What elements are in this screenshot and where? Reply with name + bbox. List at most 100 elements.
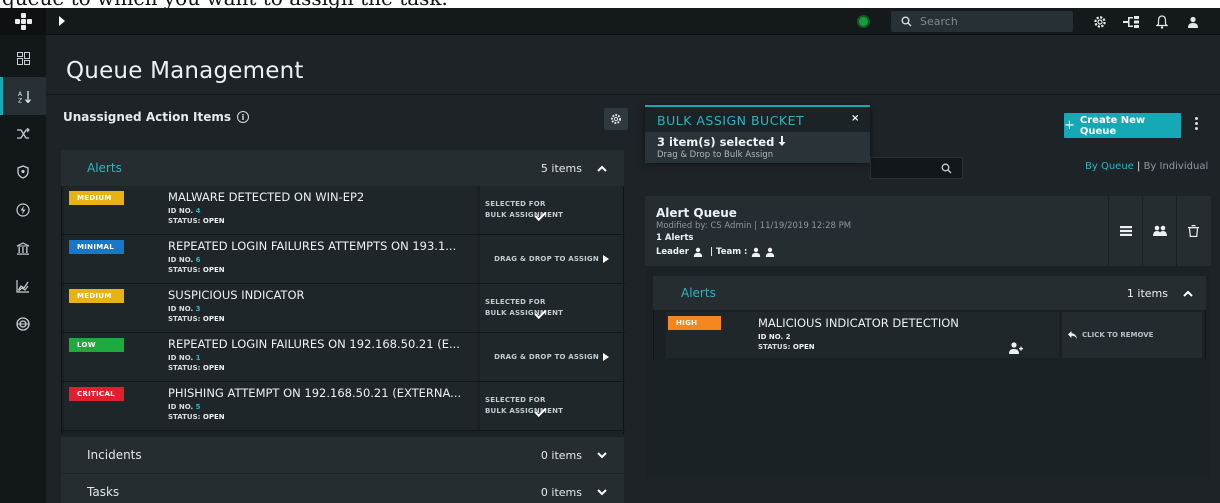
shield-icon [17, 165, 29, 179]
chevron-down-icon[interactable] [596, 486, 608, 498]
queue-details-icon[interactable] [1108, 196, 1142, 266]
leader-user-icon [693, 247, 703, 257]
queue-name: Alert Queue [656, 206, 737, 220]
alert-status: STATUS: OPEN [758, 343, 815, 351]
alert-row[interactable]: MEDIUM SUSPICIOUS INDICATOR ID NO. 3 STA… [62, 284, 625, 333]
severity-badge: MINIMAL [69, 240, 124, 254]
arrow-down-icon [778, 136, 786, 146]
bulk-selected-indicator[interactable]: SELECTED FOR BULK ASSIGNMENT [480, 284, 623, 332]
logo-grid-icon [14, 13, 32, 30]
bank-icon [16, 241, 30, 255]
view-by-queue[interactable]: By Queue [1085, 161, 1134, 172]
notifications-bell-icon[interactable] [1153, 14, 1171, 30]
caption-strip: queue to which you want to assign the ta… [0, 0, 1220, 8]
alert-id-label: ID NO. [168, 354, 194, 362]
bolt-icon [16, 203, 30, 217]
alert-action-text: SELECTED FOR BULK ASSIGNMENT [485, 298, 564, 317]
queue-members-icon[interactable] [1142, 196, 1176, 266]
bulk-assign-bucket[interactable]: BULK ASSIGN BUCKET × 3 item(s) selected … [645, 105, 870, 163]
alert-card[interactable]: MEDIUM MALWARE DETECTED ON WIN-EP2 ID NO… [64, 186, 477, 234]
alert-status-label: STATUS: [168, 266, 201, 274]
drag-drop-assign[interactable]: DRAG & DROP TO ASSIGN [480, 235, 623, 283]
globe-icon [16, 317, 30, 331]
tasks-section-header[interactable]: Tasks 0 items [61, 474, 624, 503]
close-icon[interactable]: × [851, 113, 859, 124]
view-toggle: By Queue | By Individual [1085, 161, 1208, 172]
alert-id-value: 1 [195, 354, 201, 362]
nav-reports[interactable] [0, 267, 46, 305]
queue-alert-row[interactable]: HIGH MALICIOUS INDICATOR DETECTION ID NO… [653, 310, 1206, 360]
more-options-icon[interactable] [1195, 117, 1199, 130]
nav-security[interactable] [0, 153, 46, 191]
alert-id-value: 5 [195, 403, 201, 411]
alert-card[interactable]: CRITICAL PHISHING ATTEMPT ON 192.168.50.… [64, 382, 477, 430]
alert-id-label: ID NO. [168, 403, 194, 411]
chevron-down-icon[interactable] [596, 449, 608, 461]
alert-row[interactable]: CRITICAL PHISHING ATTEMPT ON 192.168.50.… [62, 382, 625, 431]
queue-alerts-count: 1 items [1126, 286, 1168, 300]
click-to-remove-button[interactable]: CLICK TO REMOVE [1062, 312, 1202, 358]
alert-card[interactable]: MEDIUM SUSPICIOUS INDICATOR ID NO. 3 STA… [64, 284, 477, 332]
unassigned-title-text: Unassigned Action Items [63, 110, 232, 124]
chevron-up-icon[interactable] [1182, 287, 1194, 299]
bulk-selected-indicator[interactable]: SELECTED FOR BULK ASSIGNMENT [480, 382, 623, 430]
chart-icon [16, 279, 29, 293]
status-indicator[interactable] [857, 15, 870, 28]
severity-badge: HIGH [668, 316, 721, 330]
alert-status: STATUS: OPEN [168, 217, 225, 225]
alerts-section-header[interactable]: Alerts 5 items [61, 150, 624, 186]
alert-action-text: SELECTED FOR BULK ASSIGNMENT [485, 200, 564, 219]
expand-sidebar-button[interactable] [55, 14, 69, 28]
nav-automation[interactable] [0, 191, 46, 229]
app-logo[interactable] [0, 8, 46, 35]
incidents-section-header[interactable]: Incidents 0 items [61, 437, 624, 473]
alert-row[interactable]: MEDIUM MALWARE DETECTED ON WIN-EP2 ID NO… [62, 186, 625, 235]
team-user-icon [752, 247, 761, 257]
nav-dashboard[interactable] [0, 39, 46, 77]
nav-shuffle[interactable] [0, 115, 46, 153]
panel-settings-button[interactable] [604, 108, 628, 130]
workflow-icon[interactable] [1122, 14, 1140, 30]
alert-id: ID NO. 6 [168, 256, 200, 264]
assign-user-icon[interactable] [1009, 342, 1023, 354]
alerts-section-label: Alerts [87, 161, 122, 175]
nav-resources[interactable] [0, 229, 46, 267]
alert-queue-card[interactable]: Alert Queue Modified by: CS Admin | 11/1… [645, 196, 1211, 479]
alert-id-value: 6 [195, 256, 201, 264]
drag-drop-assign[interactable]: DRAG & DROP TO ASSIGN [480, 333, 623, 381]
alert-row[interactable]: LOW REPEATED LOGIN FAILURES ON 192.168.5… [62, 333, 625, 382]
info-icon[interactable]: i [237, 111, 250, 123]
bucket-body[interactable]: 3 item(s) selected Drag & Drop to Bulk A… [645, 132, 870, 163]
team-label: | Team : [709, 247, 748, 257]
queue-count: 1 Alerts [656, 233, 694, 243]
nav-queue-management[interactable]: AZ [0, 77, 46, 115]
view-by-individual[interactable]: By Individual [1144, 161, 1209, 172]
tasks-section-label: Tasks [87, 485, 120, 499]
user-profile-icon[interactable] [1184, 14, 1202, 30]
incidents-section-label: Incidents [87, 448, 142, 462]
settings-gear-icon[interactable] [1091, 14, 1109, 30]
alert-row[interactable]: MINIMAL REPEATED LOGIN FAILURES ATTEMPTS… [62, 235, 625, 284]
bulk-selected-indicator[interactable]: SELECTED FOR BULK ASSIGNMENT [480, 186, 623, 234]
title-divider [46, 94, 1220, 95]
alert-action-text: DRAG & DROP TO ASSIGN [494, 254, 599, 263]
nav-settings[interactable] [0, 305, 46, 343]
alert-status-label: STATUS: [168, 413, 201, 421]
caret-right-icon [59, 16, 65, 26]
global-search[interactable] [891, 11, 1073, 32]
alert-title: SUSPICIOUS INDICATOR [168, 288, 305, 302]
alert-card[interactable]: MINIMAL REPEATED LOGIN FAILURES ATTEMPTS… [64, 235, 477, 283]
alert-action-text: SELECTED FOR BULK ASSIGNMENT [485, 396, 564, 415]
alert-status: STATUS: OPEN [168, 266, 225, 274]
alerts-section-count: 5 items [540, 161, 582, 175]
create-new-queue-button[interactable]: + Create New Queue [1064, 113, 1181, 138]
search-input[interactable] [920, 15, 1060, 28]
alert-card[interactable]: LOW REPEATED LOGIN FAILURES ON 192.168.5… [64, 333, 477, 381]
queue-alert-card[interactable]: HIGH MALICIOUS INDICATOR DETECTION ID NO… [666, 312, 1059, 358]
app-window: AZ Queue Management Unassigned Action It… [0, 8, 1220, 503]
queue-alerts-header[interactable]: Alerts 1 items [653, 276, 1206, 310]
chevron-up-icon[interactable] [596, 162, 608, 174]
alert-status-label: STATUS: [168, 315, 201, 323]
queue-search[interactable] [870, 157, 963, 179]
delete-queue-icon[interactable] [1176, 196, 1210, 266]
